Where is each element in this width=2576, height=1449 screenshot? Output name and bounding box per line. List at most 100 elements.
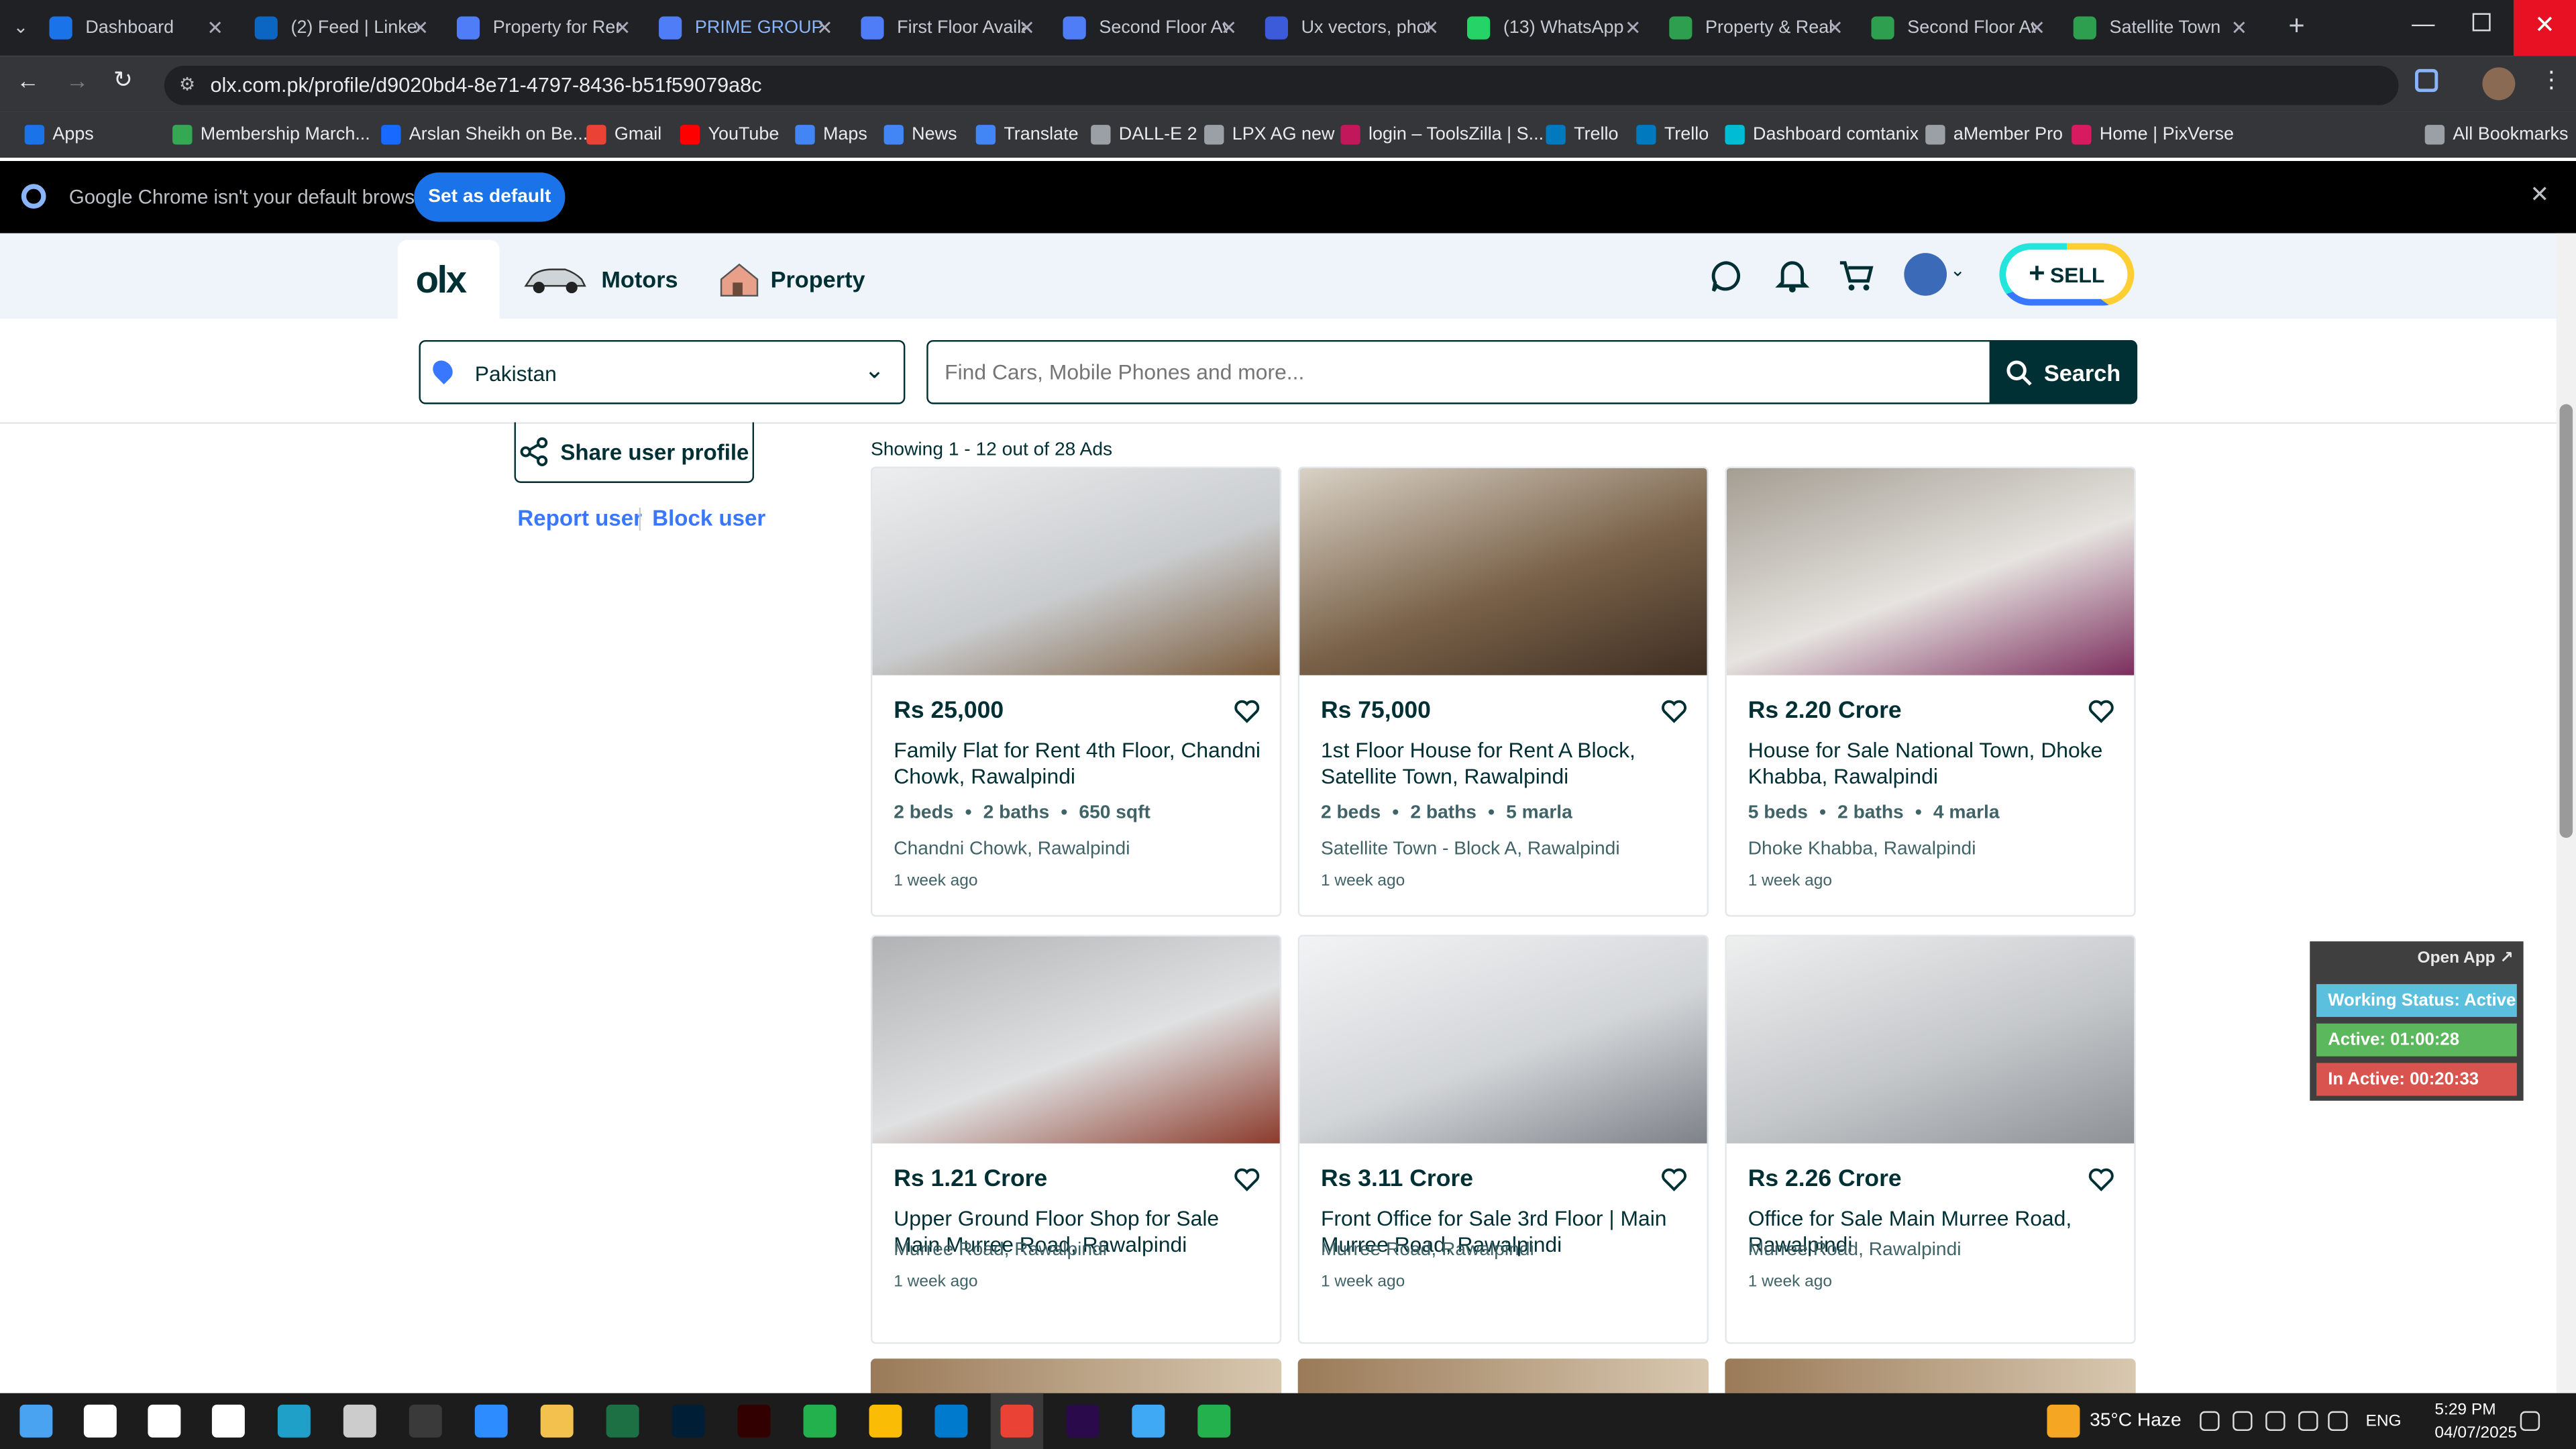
- favorite-heart-icon[interactable]: [1234, 698, 1260, 724]
- listing-title[interactable]: House for Sale National Town, Dhoke Khab…: [1748, 738, 2118, 790]
- listing-card[interactable]: Rs 1.21 Crore Upper Ground Floor Shop for…: [870, 934, 1282, 1344]
- bookmark-item[interactable]: Trello: [1636, 112, 1709, 158]
- clock-date[interactable]: 04/07/2025: [2434, 1424, 2517, 1442]
- browser-tab[interactable]: (2) Feed | LinkedIn✕: [254, 0, 439, 56]
- favorite-heart-icon[interactable]: [1661, 698, 1687, 724]
- notification-icon[interactable]: [2520, 1411, 2540, 1432]
- close-window-button[interactable]: ✕: [2513, 0, 2576, 56]
- restore-button[interactable]: [2472, 13, 2491, 32]
- pen-icon[interactable]: [343, 1404, 376, 1438]
- listing-card[interactable]: Rs 2.26 Crore Office for Sale Main Murree…: [1725, 934, 2136, 1344]
- tab-close-icon[interactable]: ✕: [1625, 16, 1642, 39]
- bookmark-item[interactable]: YouTube: [680, 112, 779, 158]
- task-view-icon[interactable]: [211, 1404, 245, 1438]
- listing-card[interactable]: Rs 75,000 1st Floor House for Rent A Bloc…: [1297, 466, 1709, 917]
- edge-icon[interactable]: [277, 1404, 311, 1438]
- listing-card[interactable]: Rs 3.11 Crore Front Office for Sale 3rd F…: [1297, 934, 1709, 1344]
- chrome-active-icon[interactable]: [1000, 1404, 1034, 1438]
- search-button[interactable]: Search: [1989, 339, 2138, 405]
- chevron-down-icon[interactable]: ⌄: [1950, 260, 1966, 280]
- zoom-icon[interactable]: [474, 1404, 508, 1438]
- tab-search-button[interactable]: ⌄: [13, 16, 29, 38]
- bookmark-item[interactable]: Arslan Sheikh on Be...: [381, 112, 588, 158]
- listing-photo[interactable]: [872, 936, 1280, 1144]
- listing-photo[interactable]: [1726, 936, 2135, 1144]
- bookmark-item[interactable]: Apps: [24, 112, 94, 158]
- tab-close-icon[interactable]: ✕: [816, 16, 833, 39]
- sell-button[interactable]: + SELL: [1999, 243, 2135, 306]
- listing-photo[interactable]: [872, 468, 1280, 676]
- bookmark-item[interactable]: All Bookmarks: [2424, 112, 2568, 158]
- browser-tab[interactable]: Second Floor Available✕: [1871, 0, 2055, 56]
- app-icon[interactable]: [1132, 1404, 1165, 1438]
- browser-tab[interactable]: First Floor Available✕: [861, 0, 1044, 56]
- language-indicator[interactable]: ENG: [2366, 1413, 2402, 1431]
- bookmark-item[interactable]: LPX AG new: [1204, 112, 1334, 158]
- bookmark-item[interactable]: Translate: [975, 112, 1079, 158]
- set-default-button[interactable]: Set as default: [414, 172, 566, 222]
- listing-card-partial[interactable]: [1297, 1358, 1709, 1393]
- listing-title[interactable]: 1st Floor House for Rent A Block, Satell…: [1321, 738, 1690, 790]
- favorite-heart-icon[interactable]: [2088, 698, 2114, 724]
- tab-close-icon[interactable]: ✕: [1018, 16, 1035, 39]
- bell-icon[interactable]: [1774, 258, 1811, 294]
- browser-tab[interactable]: Property & Real Estate✕: [1669, 0, 1853, 56]
- browser-tab[interactable]: Property for Rent ✕: [456, 0, 641, 56]
- location-select[interactable]: Pakistan ⌄: [419, 339, 906, 405]
- file-explorer-icon[interactable]: [540, 1404, 574, 1438]
- tab-close-icon[interactable]: ✕: [2231, 16, 2248, 39]
- tab-close-icon[interactable]: ✕: [614, 16, 631, 39]
- listing-photo[interactable]: [1726, 468, 2135, 676]
- tray-icon[interactable]: [2265, 1411, 2286, 1432]
- browser-tab[interactable]: Satellite Town ✕: [2073, 0, 2257, 56]
- green-app-icon-2[interactable]: [1197, 1404, 1231, 1438]
- browser-tab[interactable]: Dashboard ✕: [49, 0, 233, 56]
- bookmark-item[interactable]: News: [883, 112, 957, 158]
- illustrator-icon[interactable]: [737, 1404, 771, 1438]
- nav-motors[interactable]: Motors: [523, 263, 678, 296]
- browser-tab[interactable]: (13) WhatsApp ✕: [1466, 0, 1651, 56]
- favorite-heart-icon[interactable]: [1234, 1167, 1260, 1193]
- minimize-button[interactable]: —: [2412, 10, 2434, 36]
- excel-icon[interactable]: [606, 1404, 639, 1438]
- site-info-icon[interactable]: ⚙: [179, 66, 195, 105]
- bookmark-item[interactable]: Membership March...: [172, 112, 370, 158]
- olx-logo-tab[interactable]: olx: [397, 239, 500, 319]
- bookmark-item[interactable]: login – ToolsZilla | S...: [1340, 112, 1544, 158]
- user-avatar[interactable]: [1904, 253, 1947, 296]
- address-bar[interactable]: ⚙ olx.com.pk/profile/d9020bd4-8e71-4797-…: [164, 65, 2399, 105]
- profile-avatar[interactable]: [2482, 67, 2516, 101]
- tab-close-icon[interactable]: ✕: [1423, 16, 1440, 39]
- bookmark-item[interactable]: Gmail: [586, 112, 661, 158]
- cart-icon[interactable]: [1837, 258, 1876, 294]
- back-icon[interactable]: ←: [16, 67, 39, 93]
- tab-close-icon[interactable]: ✕: [207, 16, 223, 39]
- windows-start-icon[interactable]: [19, 1404, 53, 1438]
- bookmark-item[interactable]: Home | PixVerse: [2072, 112, 2234, 158]
- bookmark-item[interactable]: DALL-E 2: [1091, 112, 1197, 158]
- network-icon[interactable]: [2298, 1411, 2318, 1432]
- menu-kebab-icon[interactable]: ⋮: [2540, 66, 2563, 94]
- tab-close-icon[interactable]: ✕: [1827, 16, 1843, 39]
- browser-tab[interactable]: Second Floor Available✕: [1063, 0, 1246, 56]
- favorite-heart-icon[interactable]: [2088, 1167, 2114, 1193]
- bookmark-item[interactable]: Trello: [1546, 112, 1619, 158]
- search-input[interactable]: [926, 339, 1992, 405]
- favorite-heart-icon[interactable]: [1661, 1167, 1687, 1193]
- premiere-icon[interactable]: [1066, 1404, 1099, 1438]
- bookmark-item[interactable]: Dashboard comtanix: [1725, 112, 1919, 158]
- listing-photo[interactable]: [1299, 936, 1707, 1144]
- extensions-icon[interactable]: [2415, 68, 2438, 93]
- tray-icon[interactable]: [2233, 1411, 2253, 1432]
- listing-card[interactable]: Rs 2.20 Crore House for Sale National Tow…: [1725, 466, 2136, 917]
- terminal-icon[interactable]: [409, 1404, 442, 1438]
- nav-property[interactable]: Property: [718, 261, 865, 297]
- search-icon[interactable]: [83, 1404, 117, 1438]
- open-app-link[interactable]: Open App ↗: [2418, 950, 2514, 968]
- listing-photo[interactable]: [1299, 468, 1707, 676]
- weather-icon[interactable]: [2047, 1404, 2080, 1438]
- clock-time[interactable]: 5:29 PM: [2434, 1401, 2496, 1419]
- bookmark-item[interactable]: Maps: [795, 112, 867, 158]
- listing-title[interactable]: Family Flat for Rent 4th Floor, Chandni …: [894, 738, 1263, 790]
- share-profile-button[interactable]: Share user profile: [514, 422, 755, 484]
